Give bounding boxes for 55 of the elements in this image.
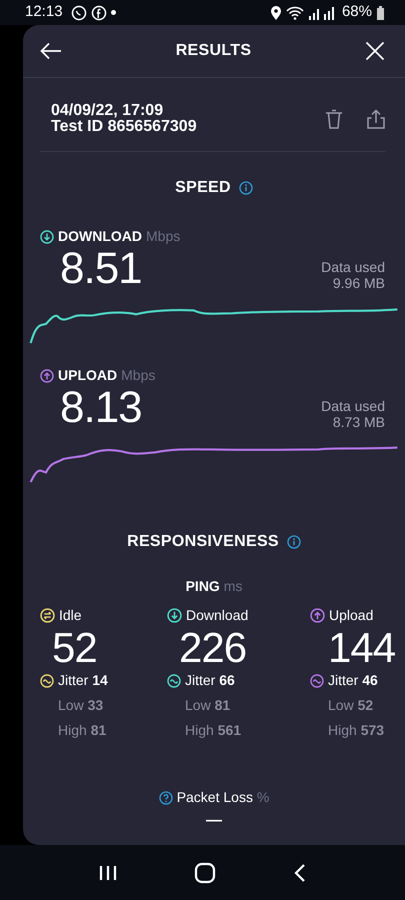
test-id: Test ID 8656567309	[51, 119, 197, 135]
low-value: Low 33	[58, 697, 104, 713]
delete-button[interactable]	[325, 109, 343, 129]
ping-type-label: Upload	[329, 606, 374, 625]
info-icon	[286, 535, 301, 549]
wifi-icon	[286, 4, 304, 20]
ping-value: 226	[178, 626, 246, 670]
low-value: Low 81	[185, 697, 230, 713]
high-value: High 573	[328, 722, 384, 738]
ping-type-label: Idle	[59, 606, 82, 625]
close-button[interactable]	[365, 41, 385, 61]
battery-percent: 68%	[342, 2, 372, 22]
section-title: RESPONSIVENESS	[127, 532, 279, 552]
recent-apps-button[interactable]	[98, 864, 118, 882]
unit-label: Mbps	[121, 366, 156, 385]
screen-title: RESULTS	[176, 41, 252, 61]
dot-icon	[110, 10, 116, 15]
low-value: Low 52	[328, 697, 374, 713]
back-nav-icon	[292, 862, 307, 882]
data-used: Data used 9.96 MB	[321, 259, 385, 291]
status-time: 12:13	[25, 2, 63, 22]
packet-loss-value: —	[206, 812, 222, 830]
test-date: 04/09/22, 17:09	[51, 103, 164, 119]
location-icon	[270, 4, 282, 20]
share-button[interactable]	[367, 109, 385, 129]
jitter-value: Jitter 14	[58, 671, 108, 690]
social-icon	[90, 4, 107, 20]
share-icon	[367, 109, 385, 129]
home-icon	[194, 862, 216, 884]
section-title: SPEED	[175, 178, 231, 198]
back-button[interactable]	[40, 42, 62, 60]
packet-loss-label: Packet Loss %	[176, 788, 270, 807]
home-button[interactable]	[194, 862, 216, 884]
info-icon	[238, 181, 253, 195]
back-nav-button[interactable]	[292, 862, 307, 882]
recent-apps-icon	[98, 864, 118, 882]
jitter-value: Jitter 66	[185, 671, 235, 690]
back-icon	[40, 42, 62, 60]
jitter-value: Jitter 46	[328, 671, 378, 690]
speed-value: 8.13	[60, 386, 142, 430]
high-value: High 81	[58, 722, 106, 738]
high-value: High 561	[185, 722, 242, 738]
battery-icon	[376, 4, 385, 20]
ping-label: PING ms	[186, 577, 242, 596]
trash-icon	[325, 109, 343, 129]
help-icon	[158, 790, 173, 804]
unit-label: Mbps	[146, 227, 180, 246]
download-label: DOWNLOAD	[58, 227, 142, 246]
ping-value: 52	[51, 626, 97, 670]
upload-label: UPLOAD	[58, 366, 118, 385]
data-used: Data used 8.73 MB	[321, 398, 385, 430]
ping-value: 144	[327, 626, 396, 670]
speed-value: 8.51	[60, 247, 142, 291]
ping-type-label: Download	[186, 606, 248, 625]
close-icon	[365, 41, 385, 61]
